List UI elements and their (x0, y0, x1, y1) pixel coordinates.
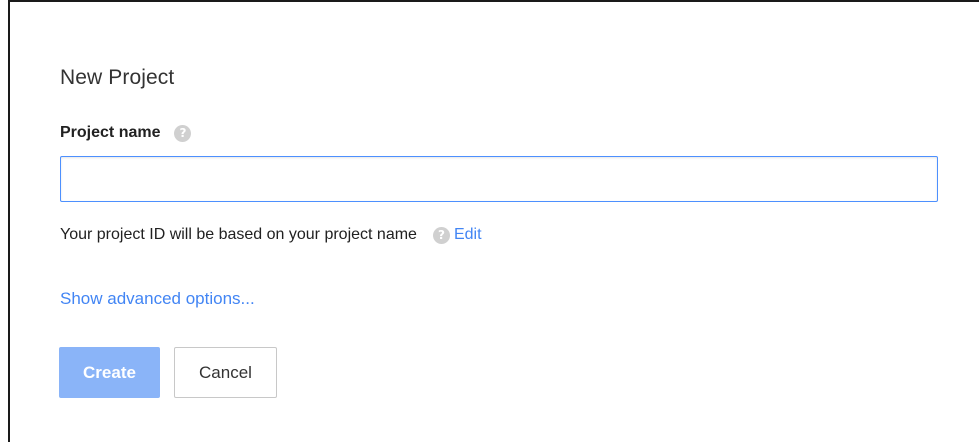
window-border-top (8, 0, 979, 2)
project-name-input[interactable] (60, 156, 938, 202)
show-advanced-options-link[interactable]: Show advanced options... (60, 289, 255, 309)
create-button[interactable]: Create (59, 347, 160, 398)
edit-project-id-link[interactable]: Edit (454, 226, 482, 244)
project-id-hint: Your project ID will be based on your pr… (60, 226, 417, 243)
new-project-dialog: New Project Project name ? Your project … (0, 0, 979, 442)
project-name-label-row: Project name ? (60, 122, 192, 144)
project-name-label: Project name (60, 124, 161, 141)
cancel-button[interactable]: Cancel (174, 347, 277, 398)
help-icon[interactable]: ? (432, 226, 450, 244)
help-icon[interactable]: ? (174, 124, 192, 142)
dialog-title: New Project (60, 66, 175, 89)
window-border-left (8, 0, 10, 442)
project-id-row: Your project ID will be based on your pr… (60, 224, 482, 246)
